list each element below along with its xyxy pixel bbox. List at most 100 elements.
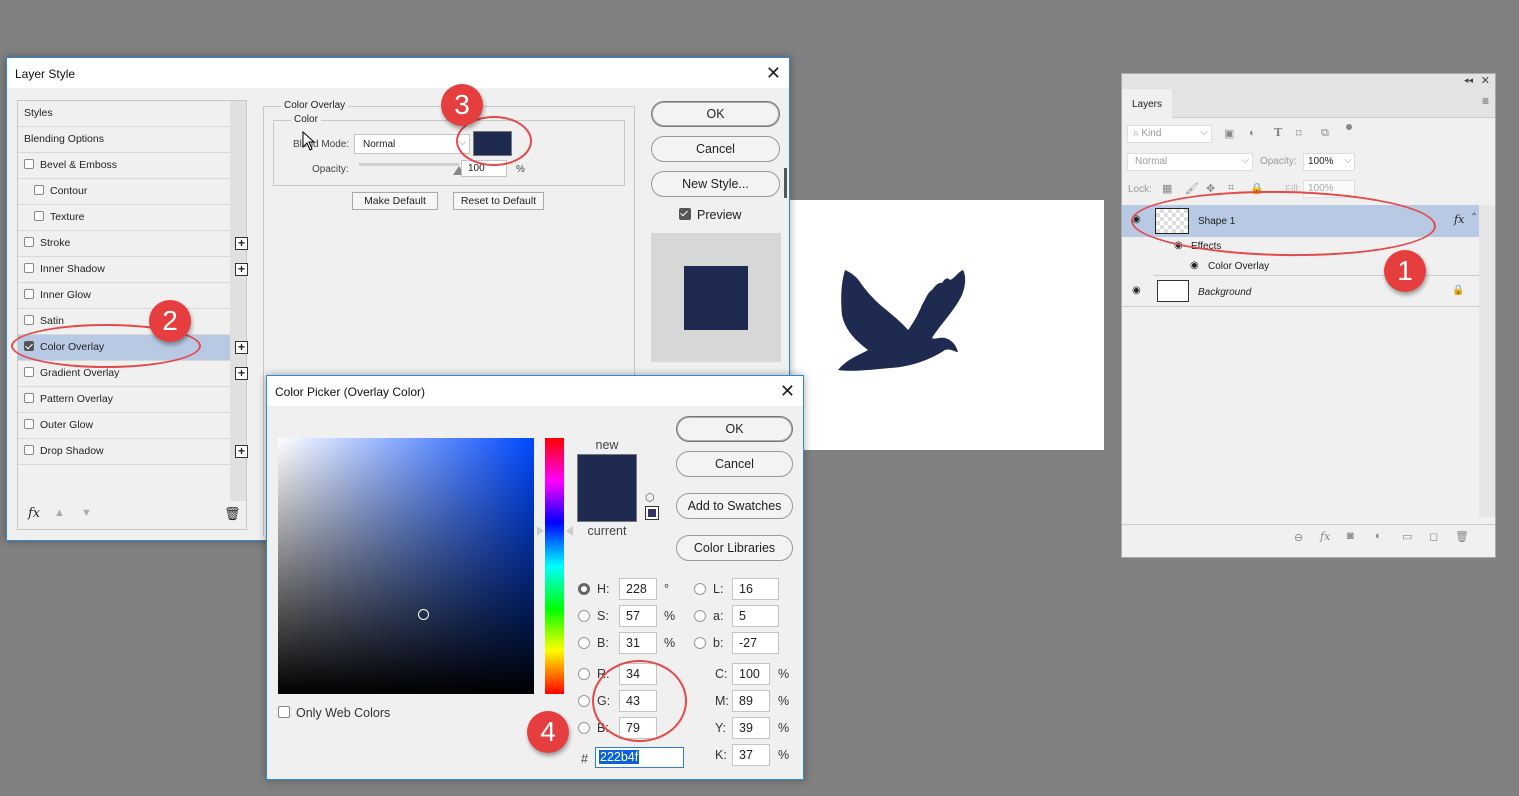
eye-icon[interactable]: ◉ <box>1132 285 1141 296</box>
lock-paint-icon[interactable]: 🖌 <box>1185 182 1199 195</box>
ok-button[interactable]: OK <box>676 416 793 442</box>
field-h-input[interactable]: 228 <box>619 578 657 600</box>
hue-slider[interactable] <box>545 438 564 694</box>
field-cmyk-3-input[interactable]: 37 <box>732 744 770 766</box>
style-item-inner-shadow[interactable]: Inner Shadow + <box>18 257 248 283</box>
checkbox-icon[interactable] <box>34 185 44 195</box>
panel-menu-icon[interactable]: ≡ <box>1482 94 1489 108</box>
field-lab-1-input[interactable]: 5 <box>732 605 779 627</box>
field-lab-2-input[interactable]: -27 <box>732 632 779 654</box>
checkbox-icon[interactable] <box>24 445 34 455</box>
field-b-input[interactable]: 31 <box>619 632 657 654</box>
add-to-swatches-button[interactable]: Add to Swatches <box>676 493 793 519</box>
chevron-up-icon[interactable]: ⌃ <box>1470 212 1478 223</box>
style-item-outer-glow[interactable]: Outer Glow <box>18 413 230 439</box>
checkbox-icon[interactable] <box>24 289 34 299</box>
layer-color-overlay-row[interactable]: ◉ Color Overlay <box>1154 256 1479 276</box>
new-group-icon[interactable]: ▭ <box>1402 530 1412 543</box>
radio-b[interactable] <box>578 722 590 734</box>
color-field[interactable] <box>278 438 534 694</box>
opacity-field[interactable]: 100% ⌵ <box>1303 153 1355 171</box>
style-item-blending-options[interactable]: Blending Options <box>18 127 230 153</box>
eye-icon[interactable]: ◉ <box>1190 260 1199 271</box>
checkbox-icon[interactable] <box>24 419 34 429</box>
style-item-stroke[interactable]: Stroke + <box>18 231 248 257</box>
checkbox-icon[interactable] <box>24 159 34 169</box>
hue-handle-left[interactable] <box>537 526 544 536</box>
scrollbar-thumb[interactable] <box>784 168 787 198</box>
blend-mode-select[interactable]: Normal ⌵ <box>354 134 470 154</box>
add-instance-icon[interactable]: + <box>235 237 248 250</box>
add-mask-icon[interactable]: ◙ <box>1347 530 1354 542</box>
radio-b[interactable] <box>578 637 590 649</box>
radio-lab-1[interactable] <box>694 610 706 622</box>
close-icon[interactable]: ✕ <box>766 63 781 84</box>
style-item-texture[interactable]: Texture <box>18 205 230 231</box>
radio-r[interactable] <box>578 668 590 680</box>
ok-button[interactable]: OK <box>651 101 780 127</box>
checkbox-icon[interactable] <box>24 393 34 403</box>
radio-lab-0[interactable] <box>694 583 706 595</box>
style-item-styles[interactable]: Styles <box>18 101 230 127</box>
new-layer-icon[interactable]: ◻ <box>1429 530 1438 543</box>
adjustment-filter-icon[interactable]: ◐ <box>1249 127 1256 139</box>
field-cmyk-0-input[interactable]: 100 <box>732 663 770 685</box>
filter-kind-select[interactable]: ⌕ Kind ⌵ <box>1127 125 1212 143</box>
field-lab-0-input[interactable]: 16 <box>732 578 779 600</box>
shape-filter-icon[interactable]: ⌑ <box>1296 127 1302 140</box>
smart-object-filter-icon[interactable]: ⧉ <box>1321 127 1329 140</box>
filter-toggle[interactable] <box>1346 124 1352 130</box>
color-field-cursor[interactable] <box>418 609 429 620</box>
style-item-bevel-emboss[interactable]: Bevel & Emboss <box>18 153 230 179</box>
adjustment-layer-icon[interactable]: ◐ <box>1375 530 1382 542</box>
add-fx-icon[interactable]: fx <box>1320 530 1330 543</box>
web-safe-swatch[interactable] <box>645 506 659 520</box>
collapse-icon[interactable]: ◂◂ <box>1464 75 1473 86</box>
opacity-slider[interactable] <box>359 163 459 166</box>
cancel-button[interactable]: Cancel <box>676 451 793 477</box>
trash-icon[interactable]: 🗑 <box>224 506 241 522</box>
radio-lab-2[interactable] <box>694 637 706 649</box>
layer-row-background[interactable]: ◉ Background 🔒 <box>1122 277 1479 307</box>
style-item-drop-shadow[interactable]: Drop Shadow + <box>18 439 248 465</box>
hex-field[interactable]: 222b4f <box>595 747 684 768</box>
lock-transparent-icon[interactable]: ▦ <box>1162 182 1172 195</box>
reset-default-button[interactable]: Reset to Default <box>453 192 544 210</box>
style-item-pattern-overlay[interactable]: Pattern Overlay <box>18 387 230 413</box>
checkbox-icon[interactable] <box>34 211 44 221</box>
style-item-inner-glow[interactable]: Inner Glow <box>18 283 230 309</box>
field-cmyk-1-input[interactable]: 89 <box>732 690 770 712</box>
blend-mode-select[interactable]: Normal ⌵ <box>1127 153 1253 171</box>
add-instance-icon[interactable]: + <box>235 367 248 380</box>
style-item-contour[interactable]: Contour <box>18 179 230 205</box>
preview-checkbox[interactable]: Preview <box>679 208 741 222</box>
new-style-button[interactable]: New Style... <box>651 171 780 197</box>
color-libraries-button[interactable]: Color Libraries <box>676 535 793 561</box>
image-filter-icon[interactable]: ▣ <box>1224 127 1234 140</box>
checkbox-icon[interactable] <box>24 237 34 247</box>
delete-layer-icon[interactable]: 🗑 <box>1455 530 1469 543</box>
checkbox-icon[interactable] <box>24 315 34 325</box>
link-layers-icon[interactable]: ⊖ <box>1294 531 1303 544</box>
make-default-button[interactable]: Make Default <box>352 192 438 210</box>
layers-scrollbar[interactable] <box>1479 205 1495 517</box>
add-instance-icon[interactable]: + <box>235 263 248 276</box>
radio-g[interactable] <box>578 695 590 707</box>
layer-name[interactable]: Background <box>1198 287 1251 298</box>
close-icon[interactable]: ✕ <box>780 381 795 402</box>
fx-icon[interactable]: fx <box>1454 213 1464 226</box>
checkbox-icon[interactable] <box>24 367 34 377</box>
only-web-colors-checkbox[interactable]: Only Web Colors <box>278 706 390 720</box>
radio-h[interactable] <box>578 583 590 595</box>
close-icon[interactable]: ✕ <box>1481 74 1490 87</box>
move-down-icon[interactable]: ▼ <box>81 507 92 519</box>
type-filter-icon[interactable]: T <box>1274 126 1282 139</box>
list-scrollbar[interactable] <box>230 101 246 501</box>
fx-icon[interactable]: fx <box>28 506 40 521</box>
tab-layers[interactable]: Layers <box>1122 89 1172 119</box>
cancel-button[interactable]: Cancel <box>651 136 780 162</box>
add-instance-icon[interactable]: + <box>235 445 248 458</box>
cube-icon[interactable]: ⬡ <box>645 491 655 504</box>
radio-s[interactable] <box>578 610 590 622</box>
hue-handle-right[interactable] <box>566 526 573 536</box>
